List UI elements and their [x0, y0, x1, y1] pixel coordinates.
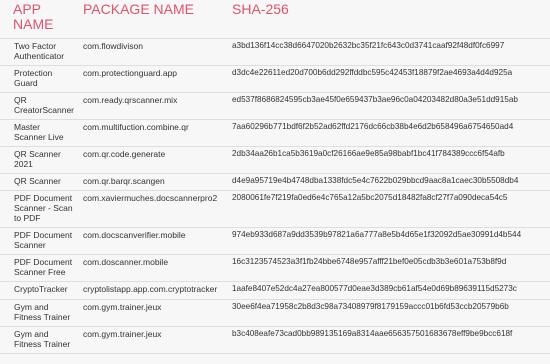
app-name-cell: PDF Document Scanner - Scan to PDF — [0, 190, 73, 228]
sha256-cell: 2080061fe7f219fa0ed6e4c765a12a5bc2075d18… — [229, 190, 550, 228]
app-name-cell: Gym and Fitness Trainer — [0, 326, 73, 354]
sha256-cell: 974eb933d687a9dd3539b97821a6a777a8e5b4d6… — [229, 227, 550, 255]
package-name-cell: com.protectionguard.app — [73, 65, 229, 93]
package-name-cell: com.doscanner.mobile — [73, 254, 229, 282]
app-name-cell: PDF Document Scanner Free — [0, 254, 73, 282]
package-name-cell: com.qr.code.generate — [73, 146, 229, 174]
table-row: QR CreatorScanner com.ready.qrscanner.mix… — [0, 92, 550, 120]
table-row: Gym and Fitness Trainer com.gym.trainer.j… — [0, 326, 550, 354]
sha256-cell: d4e9a95719e4b4748dba1338fdc5e4c7622b029b… — [229, 173, 550, 191]
sha256-header: SHA-256 — [229, 0, 550, 39]
package-name-cell: com.qr.barqr.scangen — [73, 173, 229, 191]
table-row: PDF Document Scanner Free com.doscanner.m… — [0, 254, 550, 282]
package-name-cell: com.docscanverifier.mobile — [73, 227, 229, 255]
table-row: PDF Document Scanner com.docscanverifier.… — [0, 227, 550, 255]
package-name-cell: com.ready.qrscanner.mix — [73, 92, 229, 120]
package-name-cell: com.flowdivison — [73, 38, 229, 66]
package-name-cell: cryptolistapp.app.com.cryptotracker — [73, 281, 229, 300]
app-name-cell: Protection Guard — [0, 65, 73, 93]
sha256-cell: 16c3123574523a3f1fb24bbe6748e957afff21be… — [229, 254, 550, 282]
sha256-cell: 7aa60296b771bdf6f2b52ad62ffd2176dc66cb38… — [229, 119, 550, 147]
sha256-cell: d3dc4e22611ed20d700b6dd292ffddbc595c4245… — [229, 65, 550, 93]
app-name-cell: CryptoTracker — [0, 281, 73, 300]
table-body: Two Factor Authenticator com.flowdivison a… — [0, 38, 550, 354]
app-name-cell: QR Scanner 2021 — [0, 146, 73, 174]
table-row: CryptoTracker cryptolistapp.app.com.crypt… — [0, 281, 550, 300]
app-name-cell: Two Factor Authenticator — [0, 38, 73, 66]
app-name-cell: QR CreatorScanner — [0, 92, 74, 120]
sha256-cell: ed537f8686824595cb3ae45f0e659437b3ae96c0… — [229, 92, 550, 120]
app-name-cell: Master Scanner Live — [0, 119, 73, 147]
app-name-header: APP NAME — [0, 0, 73, 39]
table-row: PDF Document Scanner - Scan to PDF com.xa… — [0, 190, 550, 228]
app-name-cell: PDF Document Scanner — [0, 227, 73, 255]
app-name-cell: Gym and Fitness Trainer — [0, 299, 73, 327]
package-name-cell: com.gym.trainer.jeux — [73, 299, 229, 327]
table-row: Gym and Fitness Trainer com.gym.trainer.j… — [0, 299, 550, 327]
app-name-cell: QR Scanner — [0, 173, 73, 191]
table-header: APP NAME PACKAGE NAME SHA-256 — [0, 0, 550, 39]
table-row: Master Scanner Live com.multifuction.comb… — [0, 119, 550, 147]
package-name-cell: com.gym.trainer.jeux — [73, 326, 229, 354]
header-row: APP NAME PACKAGE NAME SHA-256 — [0, 0, 550, 39]
package-name-cell: com.xaviermuches.docscannerpro2 — [73, 190, 229, 228]
package-name-cell: com.multifuction.combine.qr — [73, 119, 229, 147]
sha256-cell: b3c408eafe73cad0bb989135169a8314aae65635… — [229, 326, 550, 354]
sha256-cell: 1aafe8407e52dc4a27ea800577d0eae3d389cb61… — [229, 281, 550, 300]
sha256-cell: 2db34aa26b1ca5b3619a0cf26166ae9e85a98bab… — [229, 146, 550, 174]
table-row: Protection Guard com.protectionguard.app d… — [0, 65, 550, 93]
apps-table: APP NAME PACKAGE NAME SHA-256 Two Factor… — [0, 0, 550, 354]
table-row: Two Factor Authenticator com.flowdivison a… — [0, 38, 550, 66]
package-name-header: PACKAGE NAME — [73, 0, 229, 39]
table-row: QR Scanner 2021 com.qr.code.generate 2db34… — [0, 146, 550, 174]
sha256-cell: a3bd136f14cc38d6647020b2632bc35f21fc643c… — [229, 38, 550, 66]
sha256-cell: 30ee6f4ea71958c2b8d3c98a73408979f8179159… — [229, 299, 550, 327]
table-row: QR Scanner com.qr.barqr.scangen d4e9a95719… — [0, 173, 550, 191]
